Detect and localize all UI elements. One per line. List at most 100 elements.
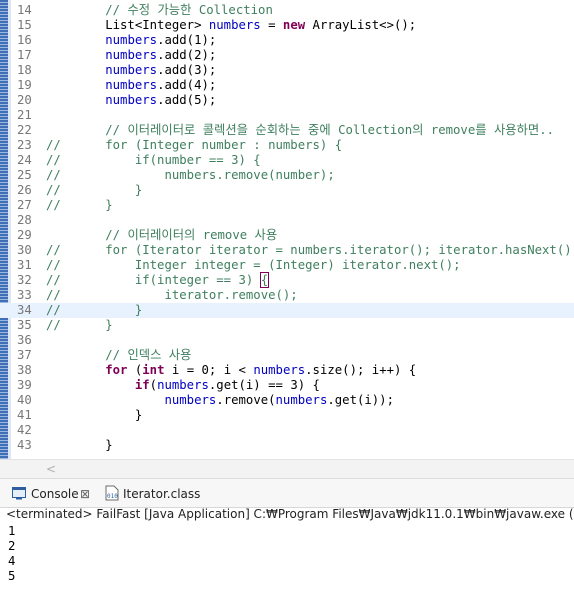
code-token: // if(integer == 3) [46,273,261,287]
code-line[interactable]: 28 [0,213,574,228]
code-text: // } [46,198,113,213]
code-line[interactable]: 33 // iterator.remove(); [0,288,574,303]
code-line[interactable]: 14 // 수정 가능한 Collection [0,3,574,18]
code-token: List<Integer> [46,18,209,32]
view-tab-bar: Console ⊠ 010 Iterator.class [0,478,574,508]
horizontal-scrollbar[interactable]: < [0,459,574,478]
code-line[interactable]: 29 // 이터레이터의 remove 사용 [0,228,574,243]
code-lines[interactable]: 14 // 수정 가능한 Collection 15 List<Integer> … [0,3,574,453]
code-line[interactable]: 41 } [0,408,574,423]
code-text: // for (Iterator iterator = numbers.iter… [46,243,574,258]
code-text: // numbers.remove(number); [46,168,335,183]
code-line[interactable]: 36 [0,333,574,348]
code-token: .add(1); [157,33,217,47]
close-icon[interactable]: ⊠ [80,485,90,503]
code-token: if [134,378,150,392]
code-line[interactable]: 19 numbers.add(4); [0,78,574,93]
line-number: 17 [17,48,32,62]
line-number: 43 [17,438,32,452]
code-line[interactable]: 30 // for (Iterator iterator = numbers.it… [0,243,574,258]
line-number: 42 [17,423,32,437]
svg-text:010: 010 [107,493,118,500]
code-line[interactable]: 31 // Integer integer = (Integer) iterato… [0,258,574,273]
code-token: // } [46,318,113,332]
line-number: 38 [17,363,32,377]
line-number: 23 [17,138,32,152]
code-line[interactable]: 24 // if(number == 3) { [0,153,574,168]
console-output: 1245 [0,524,574,584]
line-number: 41 [17,408,32,422]
console-output-line: 5 [8,569,16,583]
code-line[interactable]: 17 numbers.add(2); [0,48,574,63]
code-token: // if(number == 3) { [46,153,261,167]
code-text: numbers.add(3); [46,63,216,78]
code-line[interactable]: 32 // if(integer == 3) { [0,272,574,288]
code-editor[interactable]: 14 // 수정 가능한 Collection 15 List<Integer> … [0,0,574,459]
code-token: numbers [105,93,158,107]
line-number: 19 [17,78,32,92]
code-token: } [46,438,113,452]
code-line[interactable]: 20 numbers.add(5); [0,93,574,108]
code-token: numbers [105,78,158,92]
line-number: 27 [17,198,32,212]
code-line[interactable]: 37 // 인덱스 사용 [0,348,574,363]
code-token: numbers [164,393,217,407]
code-text: // for (Integer number : numbers) { [46,138,342,153]
code-line[interactable]: 26 // } [0,183,574,198]
code-token: // Integer integer = (Integer) iterator.… [46,258,461,272]
code-line[interactable]: 25 // numbers.remove(number); [0,168,574,183]
code-token: .add(4); [157,78,217,92]
code-token: numbers [208,18,261,32]
code-text: // 수정 가능한 Collection [46,3,273,18]
line-number: 34 [17,303,32,317]
code-token: // 수정 가능한 Collection [105,3,273,17]
code-text: numbers.add(5); [46,93,216,108]
code-token: // 이터레이터의 remove 사용 [105,228,278,242]
code-line[interactable]: 40 numbers.remove(numbers.get(i)); [0,393,574,408]
code-line[interactable]: 39 if(numbers.get(i) == 3) { [0,378,574,393]
code-token: .remove( [216,393,276,407]
code-line[interactable]: 27 // } [0,198,574,213]
line-number: 30 [17,243,32,257]
code-text: // 이터레이터로 콜렉션을 순회하는 중에 Collection의 remov… [46,123,554,138]
code-line[interactable]: 35 // } [0,318,574,333]
code-line[interactable]: 23 // for (Integer number : numbers) { [0,138,574,153]
code-token: new [282,18,306,32]
code-token: ( [127,363,143,377]
line-number: 25 [17,168,32,182]
code-token: = [260,18,283,32]
code-text: numbers.add(2); [46,48,216,63]
code-token: numbers [105,63,158,77]
tab-iterator-class[interactable]: Iterator.class [123,485,200,503]
code-token: // } [46,183,143,197]
code-line[interactable]: 42 [0,423,574,438]
code-line[interactable]: 18 numbers.add(3); [0,63,574,78]
code-line[interactable]: 22 // 이터레이터로 콜렉션을 순회하는 중에 Collection의 re… [0,123,574,138]
code-line[interactable]: 21 [0,108,574,123]
code-token: { [259,272,270,288]
code-line[interactable]: 34 // } [0,303,574,318]
code-line[interactable]: 15 List<Integer> numbers = new ArrayList… [0,18,574,33]
code-text: // } [46,183,142,198]
console-status-line: <terminated> FailFast [Java Application]… [6,507,574,521]
code-token: // } [46,198,113,212]
code-text: numbers.add(4); [46,78,216,93]
tab-console[interactable]: Console [31,485,79,503]
code-line[interactable]: 43 } [0,438,574,453]
code-line[interactable]: 38 for (int i = 0; i < numbers.size(); i… [0,363,574,378]
code-token: numbers [253,363,306,377]
code-token: i = 0; i < [164,363,254,377]
code-line[interactable]: 16 numbers.add(1); [0,33,574,48]
line-number: 28 [17,213,32,227]
code-text: numbers.remove(numbers.get(i)); [46,393,394,408]
line-number: 36 [17,333,32,347]
code-token: numbers [105,48,158,62]
code-token: } [46,408,143,422]
scroll-left-icon[interactable]: < [46,460,58,478]
code-token: .add(2); [157,48,217,62]
code-token: .size(); i++) { [305,363,417,377]
